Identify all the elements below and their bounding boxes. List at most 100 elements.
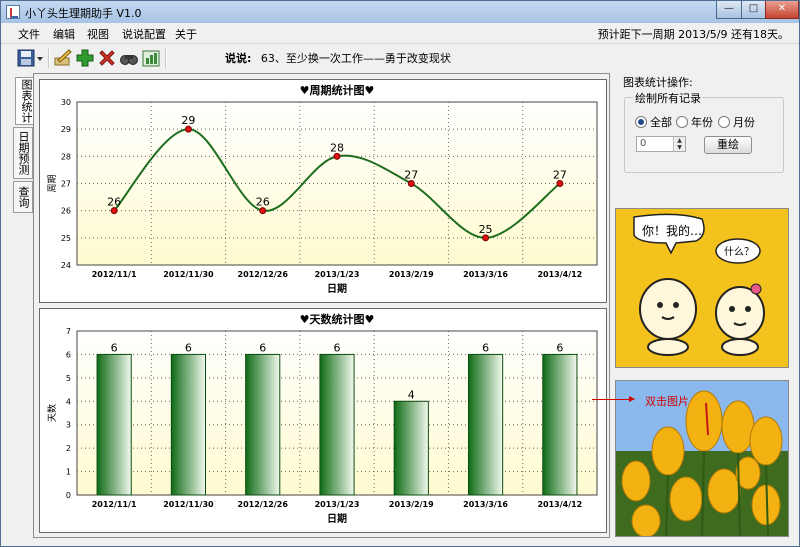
toolbar-separator (48, 48, 50, 68)
y-axis-label: 周期 (47, 174, 58, 192)
spinner-value: 0 (640, 138, 647, 149)
cartoon-speech-right: 什么？ (724, 246, 754, 258)
y-tick-label: 27 (61, 180, 71, 189)
data-label: 25 (479, 223, 493, 236)
cycle-chart: ♥周期统计图♥ 24 25 26 27 28 29 30 2012/11/1 2012/11/30… (39, 79, 607, 303)
cartoon-picture[interactable]: 你！我的… 什么？ (615, 208, 789, 368)
edit-icon[interactable] (53, 48, 73, 68)
data-label: 6 (482, 341, 489, 354)
radio-year[interactable]: 年份 (676, 114, 713, 130)
x-tick-label: 2013/1/23 (315, 500, 360, 509)
days-bar-chart-svg: ♥天数统计图♥ 0 1 2 3 4 5 6 7 2012/11/1 2012/11/30 2012/1… (46, 312, 598, 525)
data-label: 6 (556, 341, 563, 354)
tab-chart-stats[interactable]: 图表统计 (15, 77, 35, 125)
bar (170, 353, 207, 496)
x-tick-label: 2012/11/1 (92, 500, 137, 509)
quote-bar: 说说: 63、至少换一次工作——勇于改变现状 (225, 50, 451, 66)
x-axis-label: 日期 (327, 282, 347, 295)
maximize-button[interactable]: □ (741, 1, 766, 19)
data-label: 29 (181, 114, 195, 127)
data-label: 6 (185, 341, 192, 354)
y-tick-label: 3 (66, 421, 71, 430)
menu-bar: 文件 编辑 视图 说说配置 关于 预计距下一周期 2013/5/9 还有18天。 (1, 23, 799, 44)
menu-about[interactable]: 关于 (175, 26, 197, 42)
y-tick-label: 26 (61, 207, 71, 216)
data-label: 6 (111, 341, 118, 354)
data-label: 27 (404, 169, 418, 182)
radio-all-label: 全部 (650, 116, 672, 129)
tab-date-forecast[interactable]: 日期预测 (13, 127, 33, 179)
redraw-button[interactable]: 重绘 (704, 136, 752, 154)
x-tick-label: 2013/3/16 (463, 500, 508, 509)
bar (96, 353, 132, 496)
menu-file[interactable]: 文件 (18, 26, 40, 42)
cartoon-speech-left: 你！我的… (642, 223, 702, 238)
menu-view[interactable]: 视图 (87, 26, 109, 42)
period-countdown: 预计距下一周期 2013/5/9 还有18天。 (597, 28, 789, 41)
days-chart: ♥天数统计图♥ 0 1 2 3 4 5 6 7 2012/11/1 2012/11/30 2012/1… (39, 308, 607, 533)
radio-year-label: 年份 (691, 116, 713, 129)
y-tick-label: 2 (66, 444, 71, 453)
y-tick-label: 29 (61, 125, 71, 134)
y-tick-label: 28 (61, 152, 71, 161)
data-label: 26 (256, 196, 270, 209)
window-title: 小丫头生理期助手 V1.0 (25, 7, 142, 20)
radio-month[interactable]: 月份 (718, 114, 755, 130)
x-tick-label: 2012/12/26 (238, 500, 289, 509)
cycle-line-chart-svg: ♥周期统计图♥ 24 25 26 27 28 29 30 2012/11/1 2012/11/30… (47, 83, 598, 295)
x-tick-label: 2012/11/1 (92, 270, 137, 279)
x-tick-label: 2013/3/16 (463, 270, 508, 279)
y-tick-label: 6 (66, 350, 71, 359)
save-icon[interactable] (16, 48, 36, 68)
hint-arrow-icon (592, 396, 635, 402)
main-window: 小丫头生理期助手 V1.0 — □ ✕ 文件 编辑 视图 说说配置 关于 预计距… (0, 0, 800, 547)
number-spinner[interactable]: 0 ▲ ▼ (636, 136, 686, 152)
picture-hint: 双击图片 (645, 395, 689, 408)
menu-edit[interactable]: 编辑 (53, 26, 75, 42)
y-tick-label: 24 (61, 261, 71, 270)
chart-title: ♥天数统计图♥ (300, 312, 375, 326)
charts-panel: ♥周期统计图♥ 24 25 26 27 28 29 30 2012/11/1 2012/11/30… (33, 73, 610, 538)
tulip-picture[interactable] (615, 380, 789, 537)
minimize-button[interactable]: — (716, 1, 742, 19)
toolbar-separator (165, 48, 167, 68)
radio-all[interactable]: 全部 (635, 114, 672, 130)
chart-icon[interactable] (141, 48, 161, 68)
y-tick-label: 0 (66, 491, 71, 500)
chart-title: ♥周期统计图♥ (300, 83, 375, 97)
chart-ops-title: 图表统计操作: (623, 76, 693, 89)
x-tick-label: 2013/2/19 (389, 270, 434, 279)
bar (393, 400, 429, 496)
title-bar[interactable]: 小丫头生理期助手 V1.0 — □ ✕ (1, 1, 799, 24)
bar (467, 353, 504, 496)
data-label: 28 (330, 141, 344, 154)
x-tick-label: 2013/1/23 (315, 270, 360, 279)
x-tick-label: 2012/11/30 (163, 500, 214, 509)
data-label: 6 (334, 341, 341, 354)
menu-quote-config[interactable]: 说说配置 (122, 26, 166, 42)
x-tick-label: 2013/4/12 (537, 270, 582, 279)
data-label: 4 (408, 388, 415, 401)
delete-icon[interactable] (97, 48, 117, 68)
spinner-arrows-icon[interactable]: ▲ ▼ (673, 137, 685, 151)
radio-dot (718, 116, 730, 128)
y-tick-label: 1 (66, 468, 71, 477)
add-icon[interactable] (75, 48, 95, 68)
tab-query[interactable]: 查询 (13, 181, 33, 213)
x-tick-label: 2013/2/19 (389, 500, 434, 509)
y-axis-label: 天数 (46, 404, 58, 422)
data-label: 27 (553, 169, 567, 182)
y-tick-label: 5 (66, 374, 71, 383)
y-tick-label: 25 (61, 234, 71, 243)
search-icon[interactable] (119, 48, 139, 68)
dropdown-icon[interactable] (36, 48, 45, 68)
quote-label: 说说: (225, 52, 252, 65)
radio-month-label: 月份 (733, 116, 755, 129)
x-tick-label: 2012/11/30 (163, 270, 214, 279)
draw-records-group: 绘制所有记录 全部 年份 月份 (624, 90, 784, 173)
quote-text: 63、至少换一次工作——勇于改变现状 (260, 52, 451, 65)
close-button[interactable]: ✕ (765, 1, 799, 19)
y-tick-label: 7 (66, 327, 71, 336)
radio-dot (635, 116, 647, 128)
x-axis-label: 日期 (327, 512, 347, 525)
